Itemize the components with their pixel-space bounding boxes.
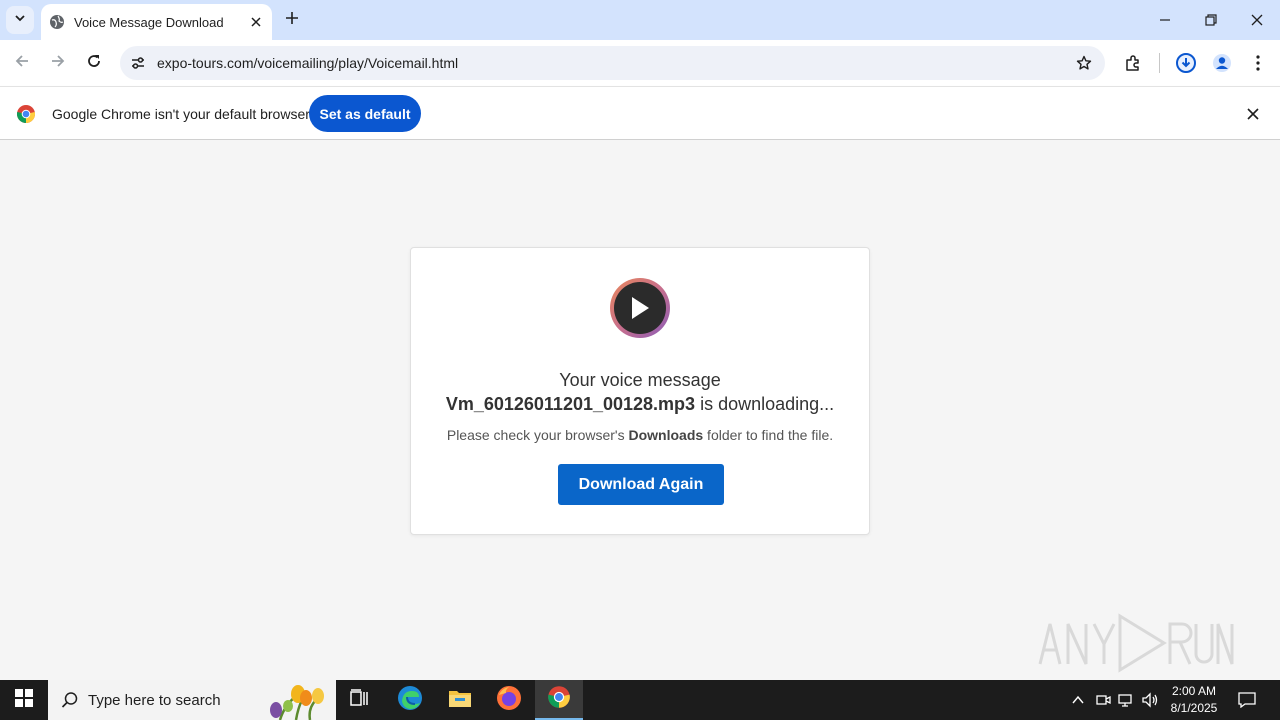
address-bar[interactable]: expo-tours.com/voicemailing/play/Voicema…: [120, 46, 1105, 80]
volume-icon[interactable]: [1140, 690, 1160, 710]
set-as-default-button[interactable]: Set as default: [309, 95, 421, 132]
restore-button[interactable]: [1188, 0, 1234, 40]
downloads-icon[interactable]: [1173, 50, 1199, 76]
extensions-icon[interactable]: [1120, 50, 1146, 76]
site-settings-icon[interactable]: [128, 53, 148, 73]
folder-icon: [448, 688, 472, 713]
browser-toolbar: expo-tours.com/voicemailing/play/Voicema…: [0, 40, 1280, 86]
clock-date: 8/1/2025: [1170, 701, 1218, 715]
globe-icon: [49, 14, 65, 30]
show-hidden-icons-chevron-icon[interactable]: [1068, 690, 1088, 710]
page-content: Your voice message Vm_60126011201_00128.…: [0, 140, 1280, 680]
minimize-button[interactable]: [1142, 0, 1188, 40]
search-icon: [60, 690, 80, 710]
windows-logo-icon: [15, 688, 33, 712]
task-view-icon: [350, 688, 370, 712]
close-tab-icon[interactable]: [248, 14, 264, 30]
windows-taskbar: Type here to search 2:00 AM 8/1/2025: [0, 680, 1280, 720]
default-browser-infobar: Google Chrome isn't your default browser…: [0, 86, 1280, 140]
url-text: expo-tours.com/voicemailing/play/Voicema…: [157, 55, 459, 71]
voicemail-card: Your voice message Vm_60126011201_00128.…: [410, 247, 870, 535]
clock-time: 2:00 AM: [1171, 684, 1217, 698]
arrow-right-icon: [50, 53, 66, 74]
search-placeholder: Type here to search: [88, 691, 221, 709]
task-view-button[interactable]: [336, 680, 384, 720]
taskbar-chrome[interactable]: [535, 680, 583, 720]
hint-downloads: Downloads: [628, 427, 704, 443]
download-status: Vm_60126011201_00128.mp3 is downloading.…: [411, 394, 869, 415]
anyrun-watermark-logo: [1036, 608, 1236, 674]
chrome-icon: [547, 685, 571, 714]
plus-icon: [285, 11, 299, 30]
tab-search-button[interactable]: [6, 6, 34, 34]
close-infobar-icon[interactable]: [1244, 105, 1262, 123]
arrow-left-icon: [14, 53, 30, 74]
toolbar-divider: [1159, 53, 1160, 73]
taskbar-firefox[interactable]: [485, 680, 533, 720]
download-again-button[interactable]: Download Again: [558, 464, 724, 505]
notification-center-icon[interactable]: [1236, 690, 1258, 710]
reload-icon: [86, 53, 102, 74]
download-hint: Please check your browser's Downloads fo…: [411, 427, 869, 443]
kebab-menu-icon[interactable]: [1245, 50, 1271, 76]
back-button[interactable]: [8, 49, 36, 77]
infobar-message: Google Chrome isn't your default browser: [52, 106, 310, 122]
play-icon: [610, 278, 670, 338]
system-clock[interactable]: 2:00 AM 8/1/2025: [1162, 683, 1226, 717]
edge-icon: [397, 685, 423, 716]
taskbar-file-explorer[interactable]: [436, 680, 484, 720]
taskbar-search[interactable]: Type here to search: [48, 680, 336, 720]
bookmark-star-icon[interactable]: [1075, 54, 1093, 72]
reload-button[interactable]: [80, 49, 108, 77]
forward-button[interactable]: [44, 49, 72, 77]
tab-voice-message[interactable]: Voice Message Download: [41, 4, 272, 40]
close-window-button[interactable]: [1234, 0, 1280, 40]
search-highlight-flowers-icon: [262, 682, 332, 720]
taskbar-edge[interactable]: [386, 680, 434, 720]
chrome-logo-icon: [16, 104, 36, 124]
tab-strip: Voice Message Download: [0, 0, 1280, 40]
network-icon[interactable]: [1116, 690, 1136, 710]
tab-title: Voice Message Download: [74, 14, 224, 30]
chevron-down-icon: [14, 11, 26, 29]
meet-now-icon[interactable]: [1093, 690, 1113, 710]
downloading-text: is downloading...: [695, 394, 835, 414]
voice-message-heading: Your voice message: [559, 370, 721, 390]
hint-suffix: folder to find the file.: [703, 427, 834, 443]
voicemail-filename: Vm_60126011201_00128.mp3: [445, 394, 696, 414]
profile-avatar-icon[interactable]: [1209, 50, 1235, 76]
firefox-icon: [496, 685, 522, 716]
hint-prefix: Please check your browser's: [446, 427, 629, 443]
new-tab-button[interactable]: [280, 8, 304, 32]
start-button[interactable]: [0, 680, 48, 720]
